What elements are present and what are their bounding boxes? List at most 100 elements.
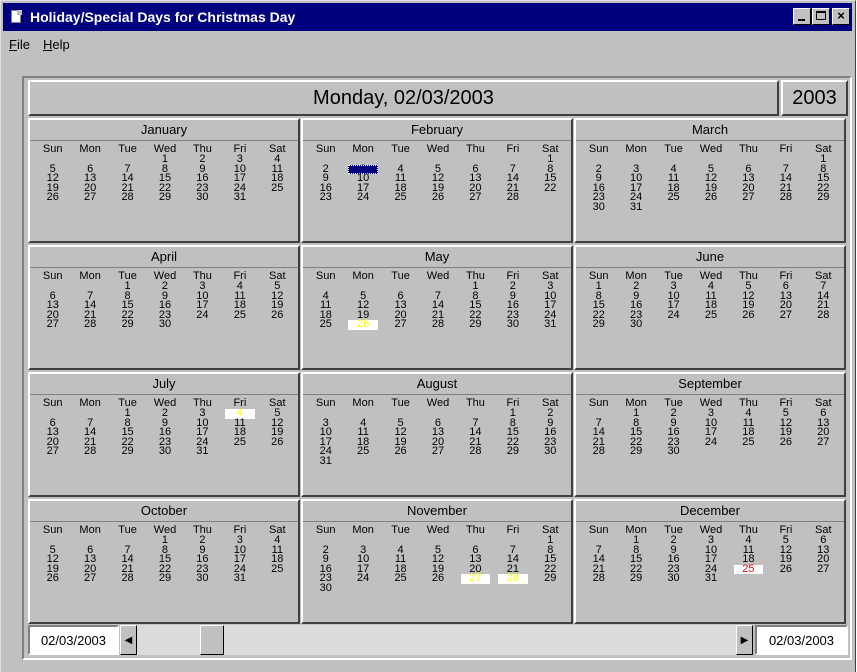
day-cell[interactable]: 25: [692, 309, 729, 321]
day-cell[interactable]: 31: [532, 319, 569, 330]
day-cell[interactable]: 29: [457, 319, 494, 330]
day-cell[interactable]: 29: [617, 573, 654, 584]
day-cell[interactable]: 27: [730, 192, 767, 203]
day-cell[interactable]: 25: [382, 192, 419, 203]
day-cell[interactable]: 28: [457, 446, 494, 457]
day-cell[interactable]: 30: [580, 201, 617, 213]
day-cell[interactable]: 28: [767, 192, 804, 203]
day-cell[interactable]: 26: [767, 563, 804, 575]
holiday-day-cell[interactable]: 26: [348, 319, 378, 330]
scroll-right-button[interactable]: ▶: [736, 625, 753, 655]
day-cell[interactable]: 27: [71, 192, 108, 203]
menu-file[interactable]: File: [3, 37, 37, 52]
day-cell[interactable]: 29: [109, 446, 146, 457]
day-cell[interactable]: 30: [532, 446, 569, 457]
day-cell[interactable]: 27: [457, 192, 494, 203]
day-cell[interactable]: 28: [419, 319, 456, 330]
day-cell[interactable]: 28: [580, 573, 617, 584]
holiday-day-cell[interactable]: 28: [498, 573, 528, 584]
day-cell[interactable]: 28: [71, 319, 108, 330]
day-cell[interactable]: 27: [767, 309, 804, 321]
day-cell[interactable]: 28: [580, 446, 617, 457]
weekday-header: Wed: [426, 524, 450, 536]
title-bar[interactable]: Holiday/Special Days for Christmas Day ×: [3, 3, 852, 31]
month-name: May: [303, 247, 571, 268]
day-cell[interactable]: 26: [382, 446, 419, 457]
month-name: August: [303, 374, 571, 395]
day-cell[interactable]: 31: [221, 573, 258, 584]
day-cell[interactable]: 28: [805, 309, 842, 321]
day-cell[interactable]: 27: [34, 446, 71, 457]
scroll-track[interactable]: [137, 625, 736, 655]
day-cell[interactable]: 25: [730, 436, 767, 448]
app-icon[interactable]: [9, 9, 25, 25]
day-cell[interactable]: 29: [580, 319, 617, 330]
day-cell[interactable]: 27: [805, 563, 842, 575]
day-cell[interactable]: 29: [805, 192, 842, 203]
scroll-left-button[interactable]: ◀: [120, 625, 137, 655]
day-cell[interactable]: 25: [221, 436, 258, 448]
day-cell[interactable]: 25: [259, 563, 296, 575]
day-cell[interactable]: 30: [146, 319, 183, 330]
holiday-day-cell[interactable]: 27: [460, 573, 491, 584]
day-cell[interactable]: 25: [307, 319, 344, 330]
day-cell[interactable]: 26: [34, 192, 71, 203]
day-cell[interactable]: 26: [34, 573, 71, 584]
day-cell[interactable]: 28: [109, 573, 146, 584]
day-cell[interactable]: 26: [767, 436, 804, 448]
day-cell[interactable]: 30: [494, 319, 531, 330]
day-cell[interactable]: 26: [419, 192, 456, 203]
day-cell[interactable]: 30: [184, 573, 221, 584]
day-cell[interactable]: 27: [71, 573, 108, 584]
day-cell[interactable]: 30: [655, 573, 692, 584]
close-button[interactable]: ×: [832, 8, 850, 25]
day-cell[interactable]: 30: [617, 319, 654, 330]
minimize-button[interactable]: [793, 8, 811, 25]
scroll-thumb[interactable]: [200, 625, 224, 655]
day-cell[interactable]: 31: [617, 201, 654, 213]
day-cell[interactable]: 29: [532, 573, 569, 584]
day-cell[interactable]: 27: [419, 446, 456, 457]
day-cell[interactable]: 30: [655, 446, 692, 457]
day-cell[interactable]: 26: [419, 573, 456, 584]
day-cell[interactable]: 25: [259, 182, 296, 194]
maximize-button[interactable]: [812, 8, 830, 25]
holiday-day-cell[interactable]: 25: [733, 563, 764, 574]
year-display[interactable]: 2003: [781, 80, 848, 116]
day-cell[interactable]: 28: [494, 192, 531, 203]
day-cell[interactable]: 30: [307, 582, 344, 594]
day-cell[interactable]: 28: [71, 446, 108, 457]
day-cell[interactable]: 30: [184, 192, 221, 203]
day-cell[interactable]: 31: [184, 446, 221, 457]
day-cell[interactable]: 27: [805, 436, 842, 448]
day-cell[interactable]: 27: [382, 319, 419, 330]
day-cell[interactable]: 29: [494, 446, 531, 457]
day-cell[interactable]: 25: [221, 309, 258, 321]
day-cell[interactable]: 30: [146, 446, 183, 457]
menu-help[interactable]: Help: [37, 37, 77, 52]
day-cell[interactable]: 29: [146, 573, 183, 584]
day-cell[interactable]: 24: [655, 309, 692, 321]
day-cell[interactable]: 31: [221, 192, 258, 203]
day-cell[interactable]: 27: [34, 319, 71, 330]
day-cell[interactable]: 31: [692, 573, 729, 584]
day-cell[interactable]: 26: [259, 436, 296, 448]
day-cell[interactable]: 31: [307, 455, 344, 467]
day-cell[interactable]: 26: [730, 309, 767, 321]
day-cell[interactable]: 23: [307, 192, 344, 203]
day-cell[interactable]: 24: [344, 573, 381, 584]
day-cell[interactable]: 25: [382, 573, 419, 584]
day-cell[interactable]: 25: [655, 192, 692, 203]
day-cell[interactable]: 26: [692, 192, 729, 203]
day-cell[interactable]: 29: [109, 319, 146, 330]
weekday-header: Sun: [315, 270, 336, 282]
day-cell[interactable]: 25: [344, 446, 381, 457]
day-cell[interactable]: 26: [259, 309, 296, 321]
day-cell[interactable]: 29: [617, 446, 654, 457]
day-cell[interactable]: 29: [146, 192, 183, 203]
day-cell[interactable]: 22: [532, 182, 569, 194]
day-cell[interactable]: 24: [344, 192, 381, 203]
day-cell[interactable]: 24: [184, 309, 221, 321]
day-cell[interactable]: 24: [692, 436, 729, 448]
day-cell[interactable]: 28: [109, 192, 146, 203]
